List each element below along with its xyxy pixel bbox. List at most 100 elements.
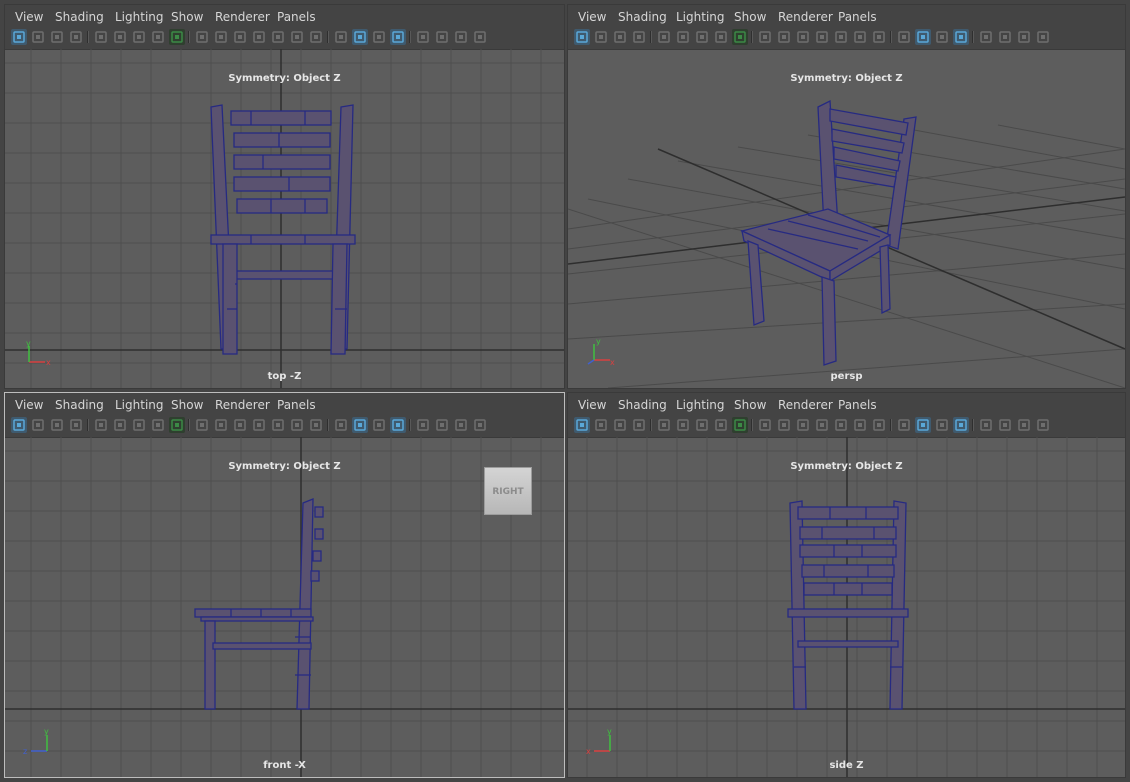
smooth-shade-icon[interactable] xyxy=(352,417,368,433)
wireframe-on-shaded-icon[interactable] xyxy=(390,417,406,433)
isolate-select-icon[interactable] xyxy=(472,417,488,433)
xray-icon[interactable] xyxy=(978,29,994,45)
wireframe-icon[interactable] xyxy=(333,29,349,45)
xray-icon[interactable] xyxy=(415,417,431,433)
viewport-panel-persp[interactable]: View Shading Lighting Show Renderer Pane… xyxy=(567,4,1126,389)
xray-icon[interactable] xyxy=(415,29,431,45)
film-gate-icon[interactable] xyxy=(631,417,647,433)
resolution-gate-icon[interactable] xyxy=(232,29,248,45)
camera-icon[interactable] xyxy=(93,29,109,45)
camera-attributes-icon[interactable] xyxy=(675,417,691,433)
film-gate-toggle-icon[interactable] xyxy=(213,29,229,45)
menu-show[interactable]: Show xyxy=(734,10,766,24)
lock-camera-icon[interactable] xyxy=(30,29,46,45)
menu-panels[interactable]: Panels xyxy=(838,10,877,24)
default-material-icon[interactable] xyxy=(934,29,950,45)
default-material-icon[interactable] xyxy=(934,417,950,433)
shadows-icon[interactable] xyxy=(1016,417,1032,433)
menu-shading[interactable]: Shading xyxy=(618,10,667,24)
use-all-lights-icon[interactable] xyxy=(434,29,450,45)
safe-title-icon[interactable] xyxy=(871,29,887,45)
use-all-lights-icon[interactable] xyxy=(997,29,1013,45)
menu-panels[interactable]: Panels xyxy=(838,398,877,412)
use-all-lights-icon[interactable] xyxy=(434,417,450,433)
menu-show[interactable]: Show xyxy=(734,398,766,412)
two-d-pan-icon[interactable] xyxy=(713,417,729,433)
select-camera-icon[interactable] xyxy=(574,417,590,433)
camera-icon[interactable] xyxy=(656,417,672,433)
viewport-front[interactable]: Symmetry: Object Z RIGHT z y front -X xyxy=(5,437,564,777)
safe-action-icon[interactable] xyxy=(852,29,868,45)
smooth-shade-icon[interactable] xyxy=(915,29,931,45)
shadows-icon[interactable] xyxy=(1016,29,1032,45)
bookmarks-icon[interactable] xyxy=(49,29,65,45)
grease-pencil-icon[interactable] xyxy=(732,417,748,433)
wireframe-icon[interactable] xyxy=(896,417,912,433)
two-d-pan-icon[interactable] xyxy=(150,417,166,433)
menu-view[interactable]: View xyxy=(578,398,606,412)
film-gate-toggle-icon[interactable] xyxy=(213,417,229,433)
film-gate-toggle-icon[interactable] xyxy=(776,417,792,433)
menu-view[interactable]: View xyxy=(15,10,43,24)
smooth-shade-icon[interactable] xyxy=(915,417,931,433)
menu-renderer[interactable]: Renderer xyxy=(215,398,270,412)
shadows-icon[interactable] xyxy=(453,29,469,45)
gate-mask-icon[interactable] xyxy=(251,417,267,433)
menu-shading[interactable]: Shading xyxy=(55,398,104,412)
grid-icon[interactable] xyxy=(194,29,210,45)
grease-pencil-icon[interactable] xyxy=(169,417,185,433)
viewcube[interactable]: RIGHT xyxy=(484,467,532,515)
camera-attributes-icon[interactable] xyxy=(112,29,128,45)
film-gate-toggle-icon[interactable] xyxy=(776,29,792,45)
wireframe-icon[interactable] xyxy=(333,417,349,433)
field-chart-icon[interactable] xyxy=(270,29,286,45)
isolate-select-icon[interactable] xyxy=(472,29,488,45)
grease-pencil-icon[interactable] xyxy=(732,29,748,45)
camera-attributes-icon[interactable] xyxy=(675,29,691,45)
menu-lighting[interactable]: Lighting xyxy=(676,10,725,24)
field-chart-icon[interactable] xyxy=(270,417,286,433)
viewport-persp[interactable]: Symmetry: Object Z x y persp xyxy=(568,49,1125,388)
camera-attributes-icon[interactable] xyxy=(112,417,128,433)
wireframe-on-shaded-icon[interactable] xyxy=(953,29,969,45)
safe-title-icon[interactable] xyxy=(308,417,324,433)
menu-shading[interactable]: Shading xyxy=(55,10,104,24)
safe-title-icon[interactable] xyxy=(871,417,887,433)
grid-icon[interactable] xyxy=(194,417,210,433)
isolate-select-icon[interactable] xyxy=(1035,29,1051,45)
menu-show[interactable]: Show xyxy=(171,398,203,412)
safe-action-icon[interactable] xyxy=(289,417,305,433)
lock-camera-icon[interactable] xyxy=(593,417,609,433)
viewport-side[interactable]: Symmetry: Object Z x y side Z xyxy=(568,437,1125,777)
smooth-shade-icon[interactable] xyxy=(352,29,368,45)
bookmarks-icon[interactable] xyxy=(49,417,65,433)
camera-icon[interactable] xyxy=(656,29,672,45)
wireframe-on-shaded-icon[interactable] xyxy=(953,417,969,433)
field-chart-icon[interactable] xyxy=(833,29,849,45)
menu-renderer[interactable]: Renderer xyxy=(778,398,833,412)
lock-camera-icon[interactable] xyxy=(593,29,609,45)
menu-view[interactable]: View xyxy=(578,10,606,24)
default-material-icon[interactable] xyxy=(371,29,387,45)
two-d-pan-icon[interactable] xyxy=(713,29,729,45)
menu-show[interactable]: Show xyxy=(171,10,203,24)
viewport-panel-top[interactable]: View Shading Lighting Show Renderer Pane… xyxy=(4,4,565,389)
menu-panels[interactable]: Panels xyxy=(277,10,316,24)
select-camera-icon[interactable] xyxy=(11,29,27,45)
image-plane-icon[interactable] xyxy=(131,29,147,45)
grease-pencil-icon[interactable] xyxy=(169,29,185,45)
film-gate-icon[interactable] xyxy=(68,29,84,45)
menu-lighting[interactable]: Lighting xyxy=(676,398,725,412)
viewport-panel-front[interactable]: View Shading Lighting Show Renderer Pane… xyxy=(4,392,565,778)
image-plane-icon[interactable] xyxy=(131,417,147,433)
film-gate-icon[interactable] xyxy=(631,29,647,45)
gate-mask-icon[interactable] xyxy=(814,29,830,45)
resolution-gate-icon[interactable] xyxy=(795,29,811,45)
viewport-panel-side[interactable]: View Shading Lighting Show Renderer Pane… xyxy=(567,392,1126,778)
select-camera-icon[interactable] xyxy=(11,417,27,433)
grid-icon[interactable] xyxy=(757,29,773,45)
menu-view[interactable]: View xyxy=(15,398,43,412)
bookmarks-icon[interactable] xyxy=(612,29,628,45)
shadows-icon[interactable] xyxy=(453,417,469,433)
grid-icon[interactable] xyxy=(757,417,773,433)
